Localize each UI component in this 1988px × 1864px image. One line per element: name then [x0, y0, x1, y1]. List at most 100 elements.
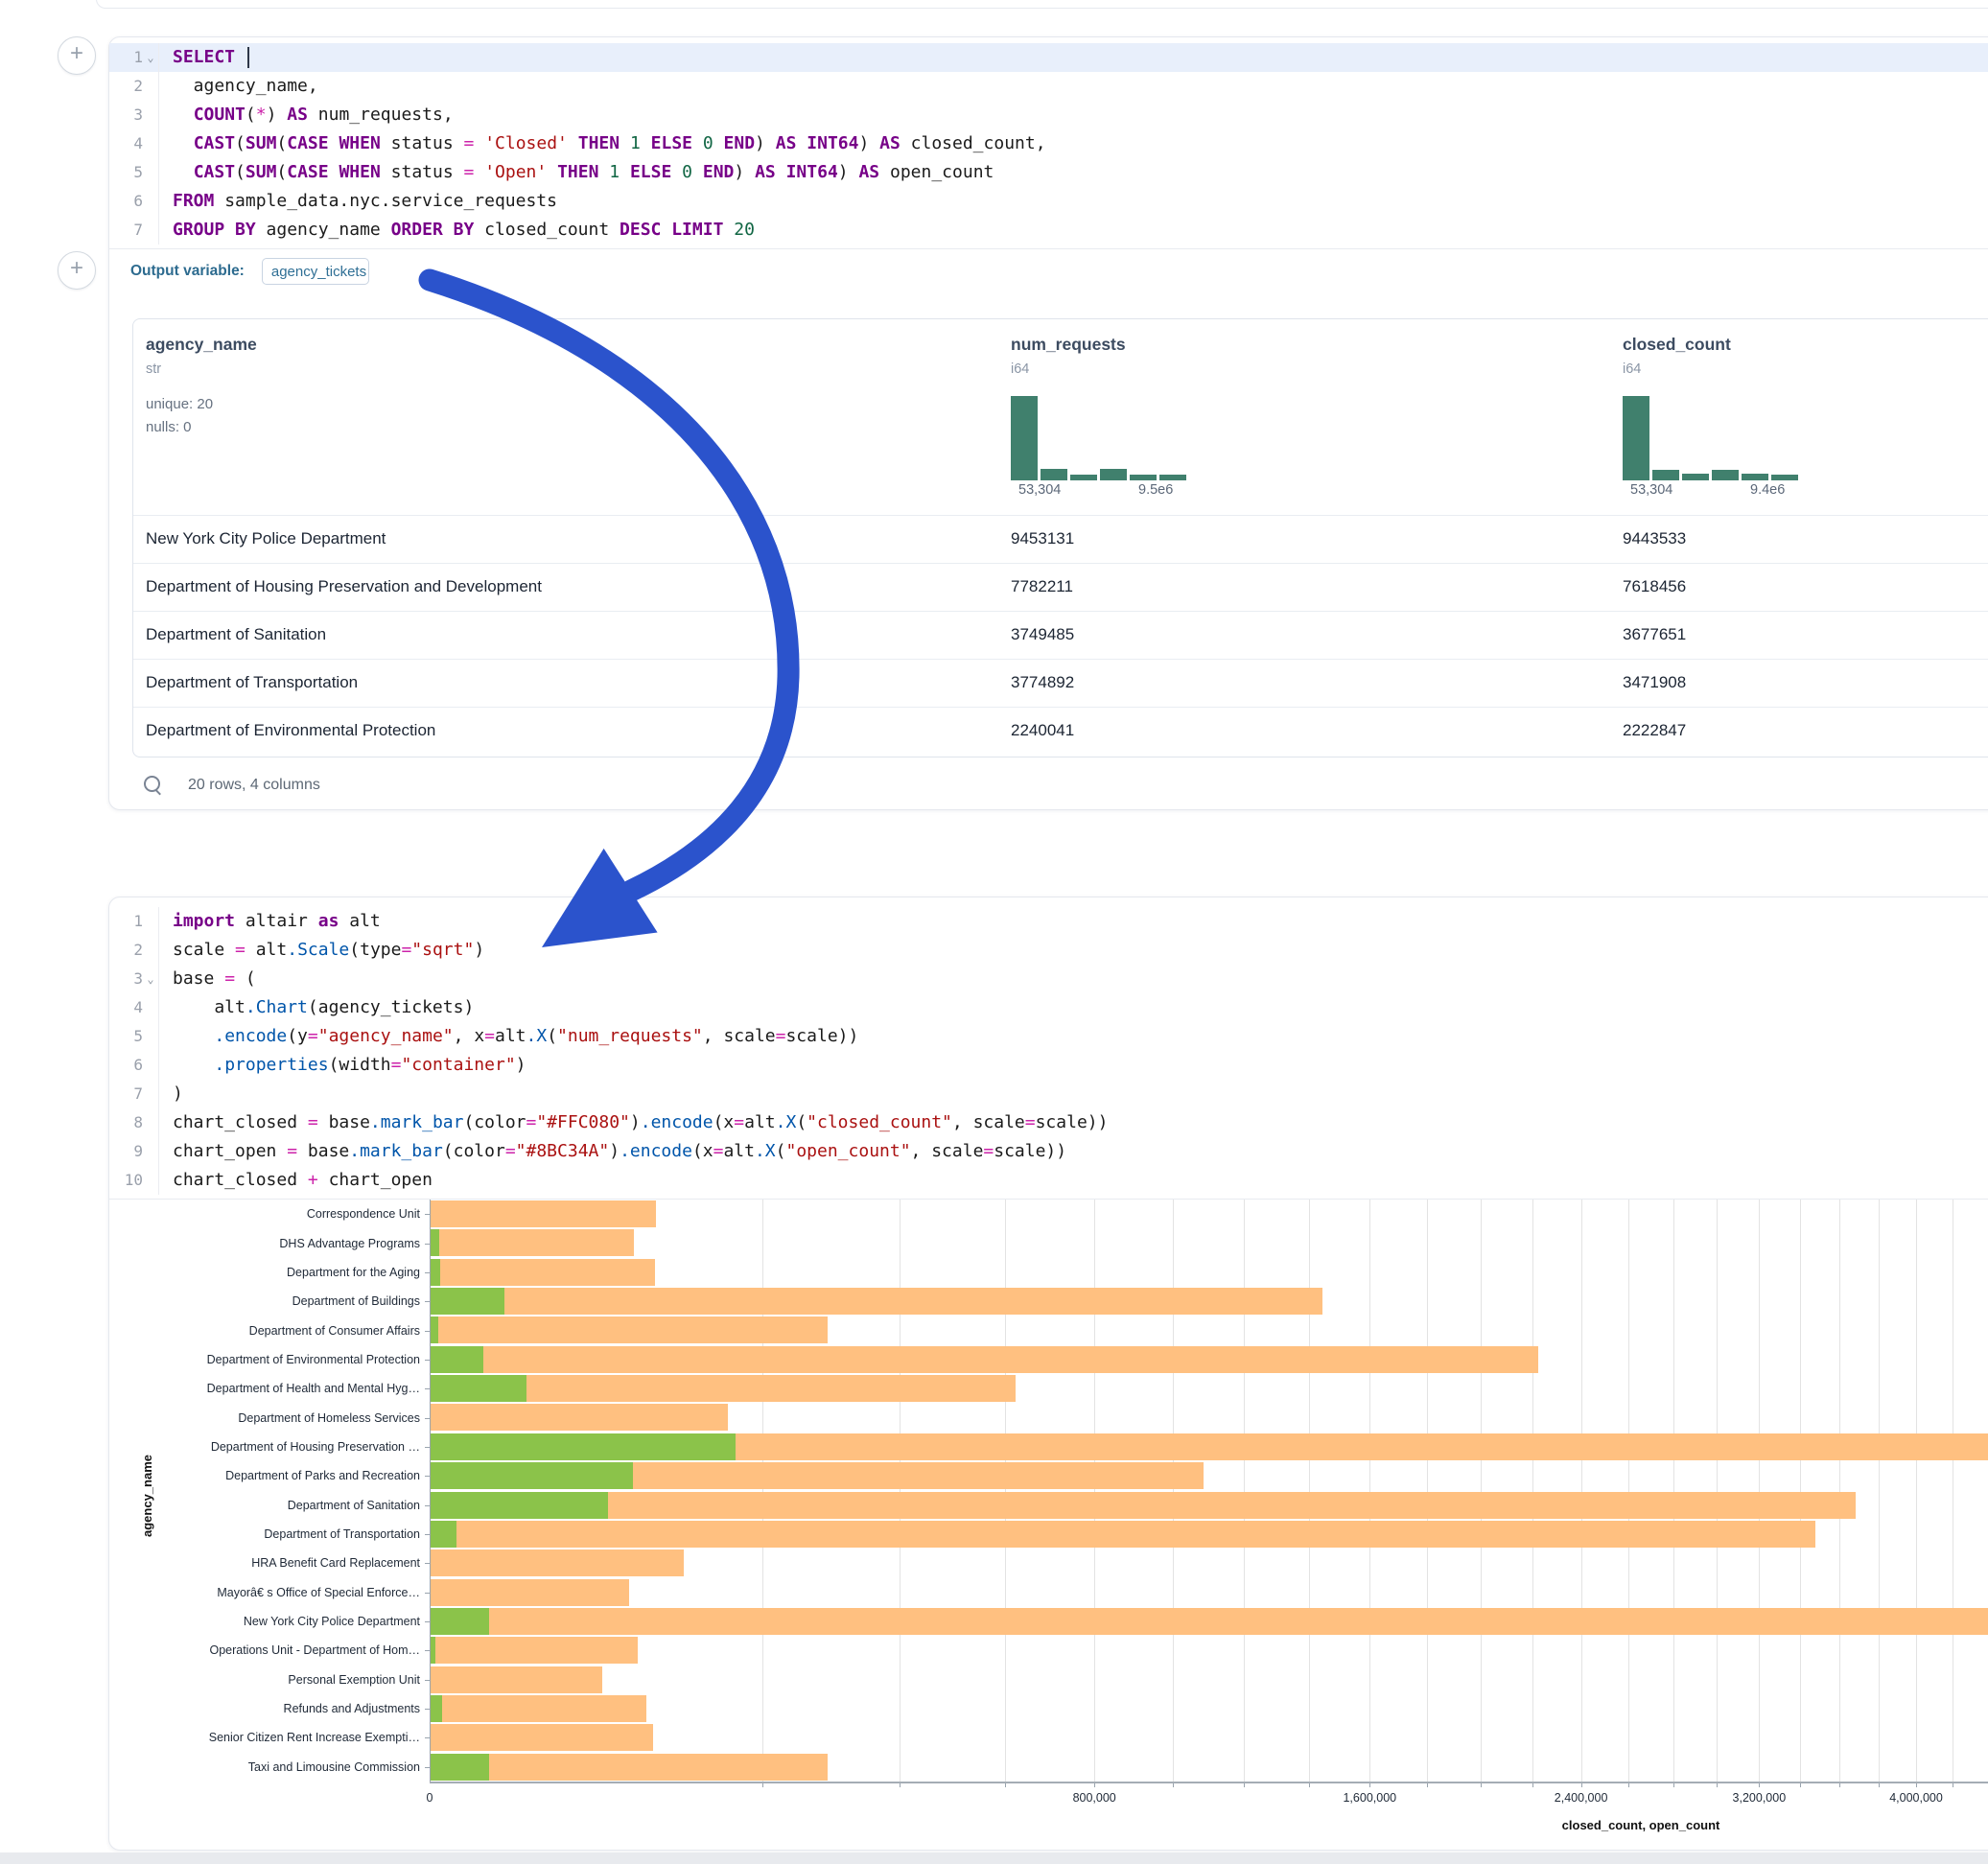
column-header-num-requests[interactable]: num_requests [1011, 335, 1126, 355]
code-token [173, 133, 194, 153]
code-token: chart_closed [173, 1112, 308, 1132]
column-header-closed-count[interactable]: closed_count [1623, 335, 1731, 355]
bar-closed_count[interactable] [431, 1666, 602, 1693]
column-nulls-stat: nulls: 0 [146, 419, 192, 435]
line-number: 2 [133, 936, 143, 965]
code-token [474, 133, 484, 153]
code-line[interactable]: 6 .properties(width="container") [109, 1051, 1988, 1080]
code-token: .Scale [287, 940, 349, 960]
code-token: .X [776, 1112, 797, 1132]
code-token [692, 133, 703, 153]
code-line[interactable]: 7) [109, 1080, 1988, 1108]
bar-open_count[interactable] [431, 1346, 483, 1373]
code-token: = [713, 1141, 724, 1161]
bar-open_count[interactable] [431, 1608, 489, 1635]
table-row[interactable]: Department of Environmental Protection22… [133, 707, 1988, 755]
notebook-page: { "colors": {"arrow": "#2b53cc", "histog… [0, 0, 1988, 1864]
table-row[interactable]: New York City Police Department945313194… [133, 515, 1988, 563]
bar-closed_count[interactable] [431, 1200, 656, 1227]
cell-agency-name: Department of Sanitation [146, 625, 326, 644]
code-line[interactable]: 2scale = alt.Scale(type="sqrt") [109, 936, 1988, 965]
chart-gridline [1759, 1200, 1760, 1782]
code-token: = [526, 1112, 537, 1132]
y-axis-category-label: DHS Advantage Programs [132, 1237, 420, 1250]
bar-closed_count[interactable] [431, 1229, 634, 1256]
code-token: "sqrt" [411, 940, 474, 960]
code-line[interactable]: 7GROUP BY agency_name ORDER BY closed_co… [109, 216, 1988, 245]
code-line[interactable]: 3 COUNT(*) AS num_requests, [109, 101, 1988, 129]
code-line[interactable]: 5 CAST(SUM(CASE WHEN status = 'Open' THE… [109, 158, 1988, 187]
bar-open_count[interactable] [431, 1433, 736, 1460]
cell-agency-name: Department of Transportation [146, 673, 358, 692]
bar-open_count[interactable] [431, 1375, 526, 1402]
histogram-min-label: 53,304 [1630, 482, 1672, 498]
chart-gridline [1481, 1200, 1482, 1782]
cell-closed-count: 3471908 [1623, 673, 1686, 692]
code-line[interactable]: 5 .encode(y="agency_name", x=alt.X("num_… [109, 1022, 1988, 1051]
cell-agency-name: Department of Housing Preservation and D… [146, 577, 542, 596]
code-token: ( [276, 133, 287, 153]
python-code-editor[interactable]: 1import altair as alt2scale = alt.Scale(… [109, 897, 1988, 1199]
code-token: ELSE [630, 162, 671, 182]
bar-open_count[interactable] [431, 1316, 438, 1343]
bar-open_count[interactable] [431, 1288, 504, 1315]
bar-closed_count[interactable] [431, 1492, 1856, 1519]
bar-closed_count[interactable] [431, 1259, 655, 1286]
x-axis-tick-label: 1,600,000 [1312, 1791, 1427, 1805]
bar-closed_count[interactable] [431, 1695, 646, 1722]
code-token: COUNT [194, 105, 246, 125]
bar-open_count[interactable] [431, 1229, 439, 1256]
table-row[interactable]: Department of Housing Preservation and D… [133, 563, 1988, 611]
y-axis-category-label: Mayorâ€ s Office of Special Enforce… [132, 1586, 420, 1599]
bar-closed_count[interactable] [431, 1288, 1322, 1315]
code-token: * [256, 105, 267, 125]
code-line[interactable]: 9chart_open = base.mark_bar(color="#8BC3… [109, 1137, 1988, 1166]
bar-closed_count[interactable] [431, 1608, 1988, 1635]
code-fold-icon[interactable]: ⌄ [143, 43, 158, 72]
code-token: .X [755, 1141, 776, 1161]
code-fold-icon[interactable]: ⌄ [143, 965, 158, 993]
code-token: (x [713, 1112, 735, 1132]
code-line[interactable]: 6FROM sample_data.nyc.service_requests [109, 187, 1988, 216]
code-line[interactable]: 10chart_closed + chart_open [109, 1166, 1988, 1195]
code-token: (y [287, 1026, 308, 1046]
y-axis-category-label: Refunds and Adjustments [132, 1702, 420, 1715]
bar-open_count[interactable] [431, 1462, 633, 1489]
add-cell-button-second[interactable]: + [58, 251, 96, 290]
code-line[interactable]: 2 agency_name, [109, 72, 1988, 101]
code-token: , scale [703, 1026, 776, 1046]
bar-open_count[interactable] [431, 1754, 489, 1781]
sql-code-editor[interactable]: 1⌄SELECT 2 agency_name,3 COUNT(*) AS num… [109, 37, 1988, 248]
table-row[interactable]: Department of Transportation377489234719… [133, 659, 1988, 707]
code-token: INT64 [807, 133, 858, 153]
add-cell-button-top[interactable]: + [58, 36, 96, 75]
search-icon[interactable] [144, 776, 163, 795]
bar-closed_count[interactable] [431, 1724, 653, 1751]
code-line[interactable]: 1⌄SELECT [109, 43, 1988, 72]
code-token: ( [246, 105, 256, 125]
bar-open_count[interactable] [431, 1637, 435, 1664]
code-line[interactable]: 4 CAST(SUM(CASE WHEN status = 'Closed' T… [109, 129, 1988, 158]
bar-closed_count[interactable] [431, 1404, 728, 1431]
bar-open_count[interactable] [431, 1259, 440, 1286]
column-header-agency-name[interactable]: agency_name [146, 335, 257, 355]
bar-closed_count[interactable] [431, 1346, 1538, 1373]
code-token: alt [744, 1112, 776, 1132]
code-line[interactable]: 8chart_closed = base.mark_bar(color="#FF… [109, 1108, 1988, 1137]
code-line[interactable]: 4 alt.Chart(agency_tickets) [109, 993, 1988, 1022]
bar-closed_count[interactable] [431, 1316, 828, 1343]
y-axis-category-label: Operations Unit - Department of Hom… [132, 1643, 420, 1657]
bar-closed_count[interactable] [431, 1521, 1815, 1548]
code-token: chart_open [173, 1141, 287, 1161]
bar-closed_count[interactable] [431, 1579, 629, 1606]
table-row[interactable]: Department of Sanitation37494853677651 [133, 611, 1988, 659]
output-variable-badge[interactable]: agency_tickets [262, 258, 369, 285]
code-line[interactable]: 1import altair as alt [109, 907, 1988, 936]
bar-closed_count[interactable] [431, 1637, 638, 1664]
bar-open_count[interactable] [431, 1521, 456, 1548]
bar-closed_count[interactable] [431, 1549, 684, 1576]
code-line[interactable]: 3⌄base = ( [109, 965, 1988, 993]
bar-open_count[interactable] [431, 1695, 442, 1722]
bar-open_count[interactable] [431, 1492, 608, 1519]
bar-closed_count[interactable] [431, 1754, 828, 1781]
